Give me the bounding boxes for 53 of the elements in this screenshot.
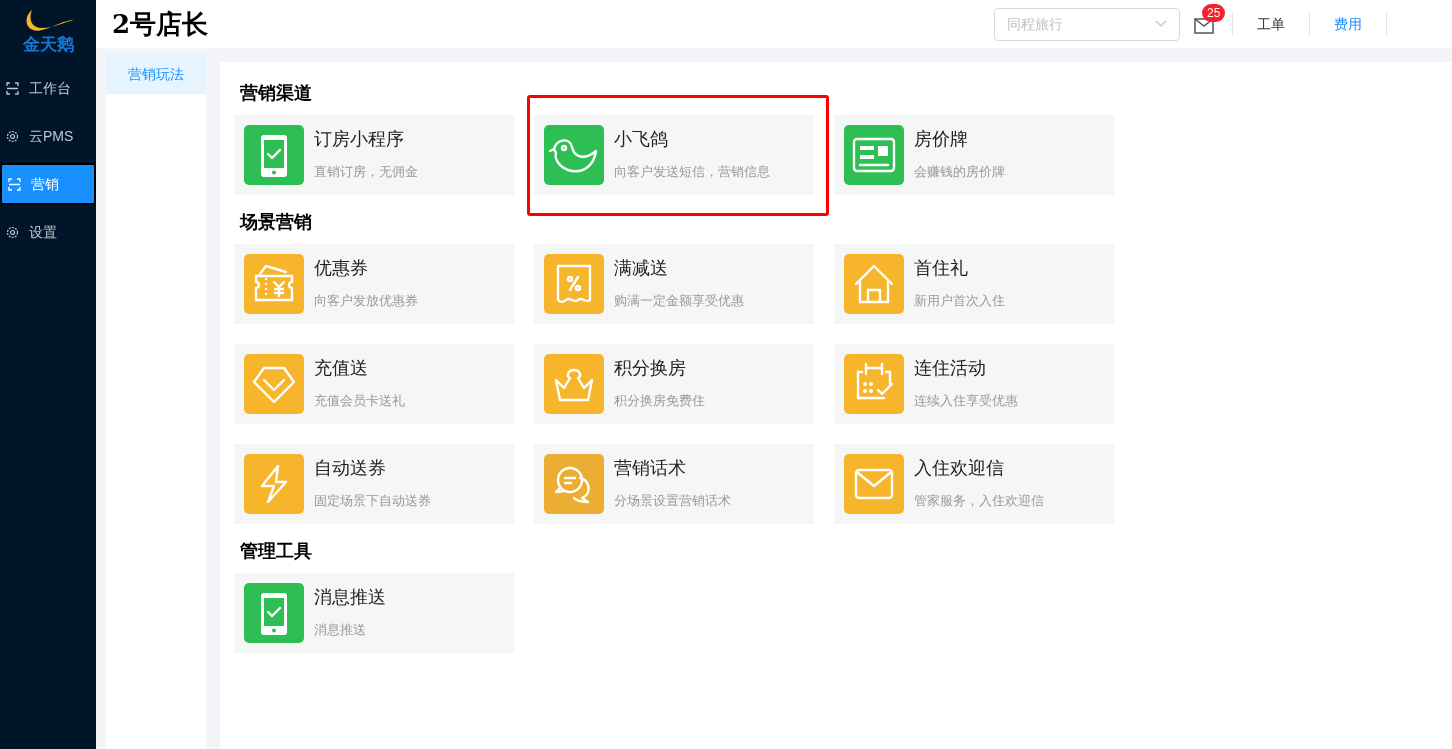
card-description: 向客户发送短信，营销信息 — [614, 163, 770, 181]
card-description: 向客户发放优惠券 — [314, 292, 418, 310]
card-description: 连续入住享受优惠 — [914, 392, 1018, 410]
feature-card[interactable]: 订房小程序 直销订房，无佣金 — [234, 115, 514, 195]
card-title: 营销话术 — [614, 457, 687, 480]
card-description: 充值会员卡送礼 — [314, 392, 405, 410]
feature-card[interactable]: 消息推送 消息推送 — [234, 573, 514, 653]
card-title: 入住欢迎信 — [914, 457, 1005, 480]
card-description: 管家服务，入住欢迎信 — [914, 492, 1044, 510]
card-title: 优惠券 — [314, 257, 369, 280]
logo-text: 金天鹅 — [22, 36, 74, 53]
notification-badge: 25 — [1202, 4, 1226, 22]
card-description: 直销订房，无佣金 — [314, 163, 418, 181]
header-link[interactable]: 工单 — [1233, 13, 1309, 35]
card-title: 自动送券 — [314, 457, 387, 480]
sidebar-item[interactable]: 云PMS — [0, 115, 96, 157]
card-description: 新用户首次入住 — [914, 292, 1005, 310]
section-heading: 管理工具 — [240, 540, 313, 563]
settings-icon — [6, 225, 19, 239]
section-heading: 营销渠道 — [240, 82, 313, 105]
feature-card[interactable]: 营销话术 分场景设置营销话术 — [534, 444, 814, 524]
card-title: 订房小程序 — [314, 128, 405, 151]
card-title: 连住活动 — [914, 357, 987, 380]
feature-card[interactable]: 入住欢迎信 管家服务，入住欢迎信 — [834, 444, 1114, 524]
card-title: 满减送 — [614, 257, 669, 280]
bracket-icon — [8, 177, 21, 191]
sidebar-item[interactable]: 工作台 — [0, 67, 96, 109]
feature-card[interactable]: 自动送券 固定场景下自动送券 — [234, 444, 514, 524]
card-title: 首住礼 — [914, 257, 969, 280]
card-title: 房价牌 — [914, 128, 969, 151]
feature-card[interactable]: 房价牌 会赚钱的房价牌 — [834, 115, 1114, 195]
feature-card[interactable]: 积分换房 积分换房免费住 — [534, 344, 814, 424]
card-title: 小飞鸽 — [614, 128, 669, 151]
card-description: 分场景设置营销话术 — [614, 492, 731, 510]
card-title: 充值送 — [314, 357, 369, 380]
feature-card[interactable]: 连住活动 连续入住享受优惠 — [834, 344, 1114, 424]
card-description: 固定场景下自动送券 — [314, 492, 431, 510]
page-title: 2号店长 — [112, 7, 209, 41]
feature-card[interactable]: 优惠券 向客户发放优惠券 — [234, 244, 514, 324]
bracket-icon — [6, 81, 19, 95]
card-title: 积分换房 — [614, 357, 687, 380]
chevron-down-icon — [1155, 20, 1167, 28]
card-description: 积分换房免费住 — [614, 392, 705, 410]
feature-card[interactable]: 充值送 充值会员卡送礼 — [234, 344, 514, 424]
card-title: 消息推送 — [314, 586, 386, 609]
card-description: 会赚钱的房价牌 — [914, 163, 1005, 181]
card-description: 消息推送 — [314, 621, 367, 639]
section-heading: 场景营销 — [240, 211, 313, 234]
feature-card[interactable]: 首住礼 新用户首次入住 — [834, 244, 1114, 324]
sidebar-item[interactable]: 设置 — [0, 211, 96, 253]
mail-icon[interactable] — [1194, 18, 1214, 34]
feature-card[interactable]: 小飞鸽 向客户发送短信，营销信息 — [534, 115, 814, 195]
settings-icon — [6, 129, 19, 143]
